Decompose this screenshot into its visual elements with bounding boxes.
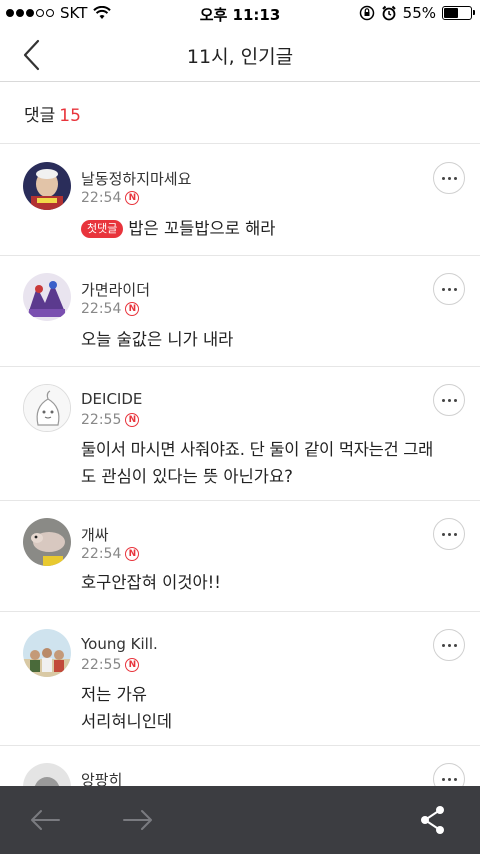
new-badge: N	[125, 413, 140, 427]
battery-icon	[442, 6, 475, 20]
alarm-icon	[381, 5, 396, 21]
comment-time: 22:54	[81, 301, 122, 317]
comment-item: Young Kill. 22:55 N 저는 가유 서리혀니인데	[0, 612, 480, 746]
avatar[interactable]	[23, 518, 71, 566]
comment-author[interactable]: DEICIDE	[81, 390, 142, 408]
comment-text-line: 도 관심이 있다는 뜻 아닌가요?	[81, 467, 293, 486]
comment-item: DEICIDE 22:55 N 둘이서 마시면 사줘야죠. 단 둘이 같이 먹자…	[0, 367, 480, 501]
avatar[interactable]	[23, 384, 71, 432]
comment-text: 둘이서 마시면 사줘야죠. 단 둘이 같이 먹자는건 그래 도 관심이 있다는 …	[81, 436, 461, 490]
page-title: 11시, 인기글	[186, 46, 294, 68]
share-button[interactable]	[416, 804, 450, 836]
new-badge: N	[125, 547, 140, 561]
first-comment-tag: 첫댓글	[81, 220, 124, 238]
comment-time: 22:55	[81, 657, 122, 673]
share-icon	[421, 806, 444, 834]
arrow-left-icon	[31, 810, 60, 830]
comment-text: 저는 가유 서리혀니인데	[81, 681, 461, 735]
arrow-right-icon	[123, 810, 152, 830]
comment-time: 22:54	[81, 190, 122, 206]
comment-text: 밥은 꼬들밥으로 해라	[128, 219, 276, 238]
more-options-button[interactable]	[433, 518, 465, 550]
comment-author[interactable]: 가면라이더	[81, 279, 150, 300]
more-options-button[interactable]	[433, 384, 465, 416]
comments-header: 댓글 15	[0, 83, 480, 144]
comment-text-line: 둘이서 마시면 사줘야죠. 단 둘이 같이 먹자는건 그래	[81, 440, 434, 459]
comments-count: 15	[59, 106, 81, 126]
new-badge: N	[125, 302, 140, 316]
comment-time: 22:54	[81, 546, 122, 562]
new-badge: N	[125, 191, 140, 205]
comment-author[interactable]: 날동정하지마세요	[81, 168, 191, 189]
avatar[interactable]	[23, 162, 71, 210]
comment-author[interactable]: Young Kill.	[81, 635, 158, 653]
avatar[interactable]	[23, 629, 71, 677]
battery-percent: 55%	[402, 4, 436, 22]
comments-label: 댓글	[24, 106, 56, 126]
comment-author[interactable]: 개싸	[81, 524, 109, 545]
avatar[interactable]	[23, 273, 71, 321]
browser-forward-button[interactable]	[121, 804, 155, 836]
comment-text: 호구안잡혀 이것아!!	[81, 573, 221, 592]
new-badge: N	[125, 658, 140, 672]
browser-back-button[interactable]	[28, 804, 62, 836]
more-options-button[interactable]	[433, 629, 465, 661]
comment-item: 날동정하지마세요 22:54 N 첫댓글 밥은 꼬들밥으로 해라	[0, 145, 480, 256]
nav-header: 11시, 인기글	[0, 28, 480, 82]
more-options-button[interactable]	[433, 162, 465, 194]
comment-time: 22:55	[81, 412, 122, 428]
bottom-toolbar	[0, 786, 480, 854]
more-options-button[interactable]	[433, 273, 465, 305]
rotation-lock-icon	[359, 5, 374, 21]
status-bar: SKT 오후 11:13 55%	[0, 0, 480, 28]
comment-item: 개싸 22:54 N 호구안잡혀 이것아!!	[0, 501, 480, 612]
comment-text-line: 저는 가유	[81, 685, 147, 704]
comment-text-line: 서리혀니인데	[81, 712, 173, 731]
comment-item: 가면라이더 22:54 N 오늘 술값은 니가 내라	[0, 256, 480, 367]
comment-text: 오늘 술값은 니가 내라	[81, 330, 234, 349]
